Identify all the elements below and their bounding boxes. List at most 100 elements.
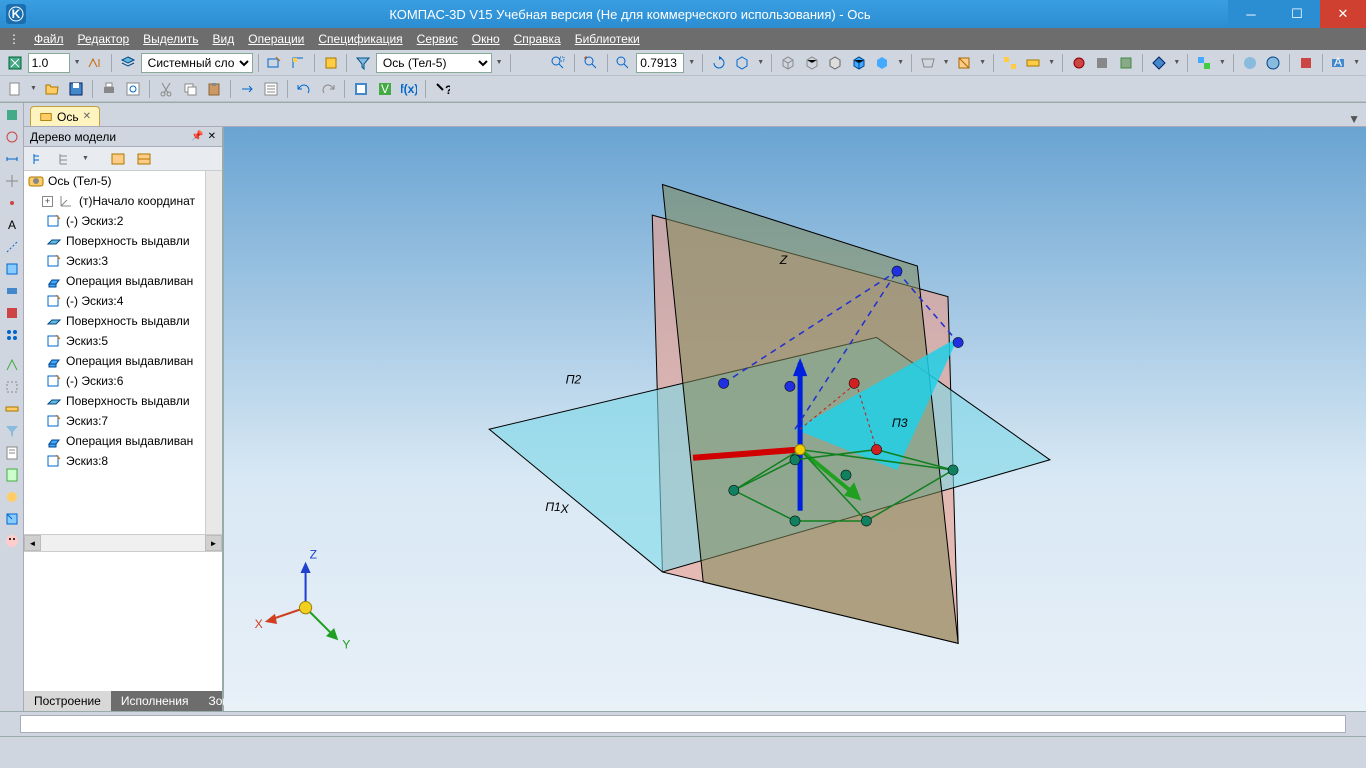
lt-report[interactable]: [2, 465, 22, 485]
document-tab[interactable]: Ось ✕: [30, 106, 100, 126]
save-button[interactable]: [65, 78, 87, 100]
rebuild-button[interactable]: [320, 52, 342, 74]
lt-denote[interactable]: A: [2, 215, 22, 235]
render2-button[interactable]: [1262, 52, 1284, 74]
zoom-fit-button[interactable]: [580, 52, 602, 74]
lt-geom[interactable]: [2, 127, 22, 147]
menu-service[interactable]: Сервис: [417, 32, 458, 46]
sketch-button[interactable]: [264, 52, 286, 74]
wireframe-button[interactable]: [777, 52, 799, 74]
lt-face[interactable]: [2, 531, 22, 551]
shaded-button[interactable]: [848, 52, 870, 74]
scroll-left-icon[interactable]: ◄: [24, 535, 41, 551]
color-button[interactable]: [1193, 52, 1215, 74]
minimize-button[interactable]: ─: [1228, 0, 1274, 28]
simplify-button[interactable]: [999, 52, 1021, 74]
tree-item[interactable]: Эскиз:8: [24, 451, 205, 471]
tree-root[interactable]: Ось (Тел-5): [24, 171, 205, 191]
orient-button[interactable]: [732, 52, 754, 74]
print-button[interactable]: [98, 78, 120, 100]
paste-button[interactable]: [203, 78, 225, 100]
vars-button[interactable]: V: [374, 78, 396, 100]
step-button[interactable]: [85, 52, 107, 74]
tree-mode1-button[interactable]: [107, 148, 129, 170]
lt-filter[interactable]: [2, 421, 22, 441]
tree-close-icon[interactable]: ✕: [208, 131, 216, 142]
tree-mode2-button[interactable]: [133, 148, 155, 170]
expand-icon[interactable]: +: [42, 196, 53, 207]
menu-libraries[interactable]: Библиотеки: [575, 32, 640, 46]
lt-measure[interactable]: [2, 399, 22, 419]
lt-spec[interactable]: [2, 443, 22, 463]
tool2-button[interactable]: A: [1328, 52, 1350, 74]
copy-button[interactable]: [179, 78, 201, 100]
tab-close-icon[interactable]: ✕: [83, 111, 91, 122]
help-button[interactable]: ?: [431, 78, 453, 100]
menu-select[interactable]: Выделить: [143, 32, 198, 46]
scale-input[interactable]: [28, 53, 70, 73]
tree-item[interactable]: Эскиз:3: [24, 251, 205, 271]
lt-array[interactable]: [2, 325, 22, 345]
menu-help[interactable]: Справка: [514, 32, 561, 46]
object-dropdown[interactable]: ▼: [494, 59, 505, 66]
tree-item[interactable]: Операция выдавливан: [24, 431, 205, 451]
menu-window[interactable]: Окно: [472, 32, 500, 46]
lt-axis[interactable]: [2, 237, 22, 257]
shaded-edges-button[interactable]: [872, 52, 894, 74]
lt-dim[interactable]: [2, 149, 22, 169]
close-button[interactable]: ✕: [1320, 0, 1366, 28]
zoom-window-button[interactable]: [547, 52, 569, 74]
tree-item[interactable]: Поверхность выдавли: [24, 391, 205, 411]
tabs-dropdown[interactable]: ▼: [1342, 112, 1366, 126]
redo-button[interactable]: [317, 78, 339, 100]
tree-item[interactable]: (-) Эскиз:6: [24, 371, 205, 391]
tree-list[interactable]: Ось (Тел-5) + (т)Начало координат (-) Эс…: [24, 171, 205, 534]
new-button[interactable]: [4, 78, 26, 100]
tree-item[interactable]: (-) Эскиз:4: [24, 291, 205, 311]
tree-item[interactable]: Операция выдавливан: [24, 351, 205, 371]
copy-props-button[interactable]: [236, 78, 258, 100]
lt-surf[interactable]: [2, 281, 22, 301]
tree-item[interactable]: Операция выдавливан: [24, 271, 205, 291]
lt-edit[interactable]: [2, 105, 22, 125]
tree-item[interactable]: + (т)Начало координат: [24, 191, 205, 211]
ortho-button[interactable]: [287, 52, 309, 74]
tree-item[interactable]: Эскиз:5: [24, 331, 205, 351]
display-mode-button[interactable]: [1148, 52, 1170, 74]
manager-button[interactable]: [350, 78, 372, 100]
render-button[interactable]: [1239, 52, 1261, 74]
lt-spatial[interactable]: [2, 355, 22, 375]
no-hidden-button[interactable]: [824, 52, 846, 74]
detail-button[interactable]: [1023, 52, 1045, 74]
preview-button[interactable]: [122, 78, 144, 100]
refresh-button[interactable]: [1092, 52, 1114, 74]
lt-line[interactable]: [2, 259, 22, 279]
lt-aux[interactable]: [2, 377, 22, 397]
refresh2-button[interactable]: [1115, 52, 1137, 74]
object-select[interactable]: Ось (Тел-5): [376, 53, 492, 73]
menu-view[interactable]: Вид: [213, 32, 235, 46]
tool1-button[interactable]: [1295, 52, 1317, 74]
redraw-button[interactable]: [1068, 52, 1090, 74]
tree-expand-button[interactable]: [54, 148, 76, 170]
zoom-scale-button[interactable]: [613, 52, 635, 74]
lt-snap[interactable]: [2, 193, 22, 213]
menu-edit[interactable]: Редактор: [78, 32, 130, 46]
undo-button[interactable]: [293, 78, 315, 100]
section-button[interactable]: [954, 52, 976, 74]
layers-button[interactable]: [117, 52, 139, 74]
tree-item[interactable]: Поверхность выдавли: [24, 311, 205, 331]
menubar-handle[interactable]: ⋮: [8, 32, 20, 46]
tree-hscroll[interactable]: ◄ ►: [24, 534, 222, 551]
viewport[interactable]: Z X П1 П2 П3: [224, 127, 1366, 711]
zoom-dropdown[interactable]: ▼: [686, 59, 697, 66]
menu-spec[interactable]: Спецификация: [318, 32, 402, 46]
current-state-button[interactable]: [4, 52, 26, 74]
layer-select[interactable]: Системный слой (0): [141, 53, 253, 73]
lt-sheet[interactable]: [2, 509, 22, 529]
tab-exec[interactable]: Исполнения: [111, 691, 199, 711]
tree-item[interactable]: (-) Эскиз:2: [24, 211, 205, 231]
lt-constr[interactable]: [2, 171, 22, 191]
hidden-lines-button[interactable]: [801, 52, 823, 74]
lt-point[interactable]: [2, 303, 22, 323]
